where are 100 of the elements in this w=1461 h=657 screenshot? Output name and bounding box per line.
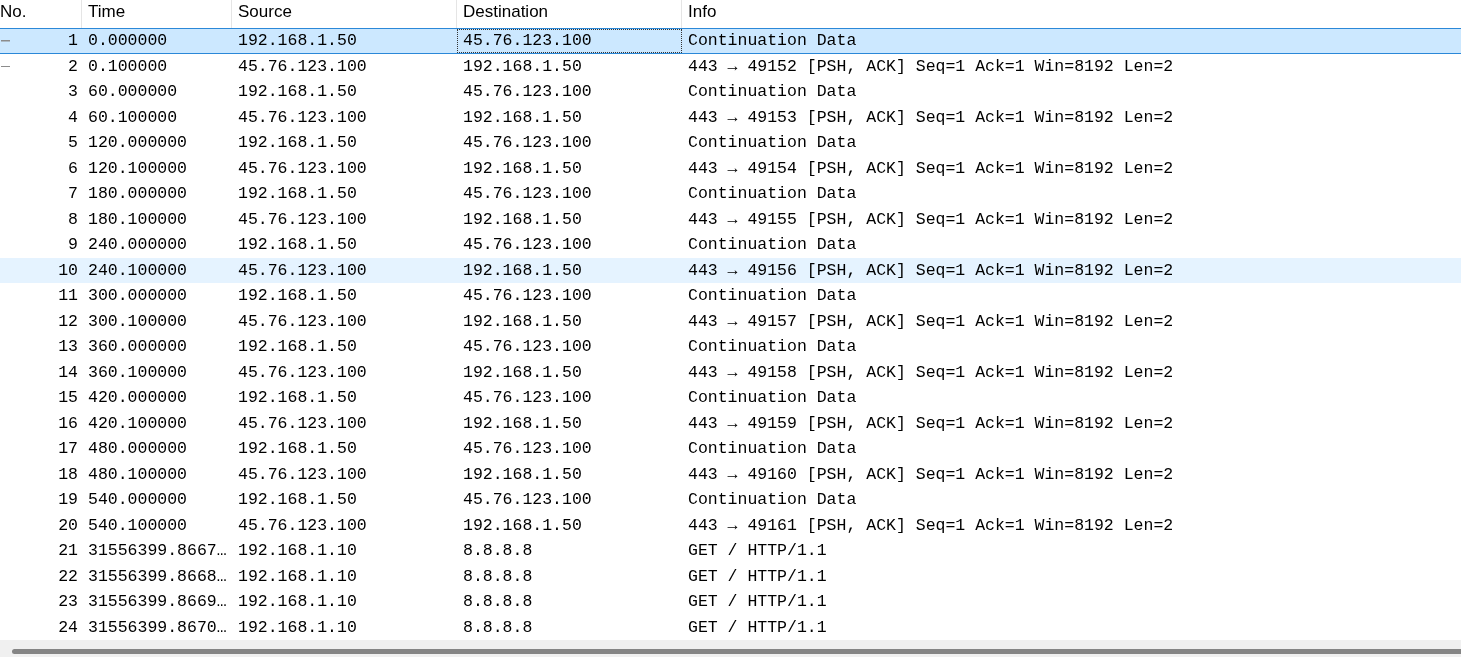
table-cell-text: 45.76.123.100 xyxy=(237,259,368,282)
table-cell-text: Continuation Data xyxy=(687,336,858,358)
table-cell-text: 45.76.123.100 xyxy=(237,208,368,231)
table-cell-text: 192.168.1.10 xyxy=(237,565,358,588)
packet-row[interactable]: 12 300.100000 45.76.123.100 192.168.1.50 443 → 49157 [PSH, ACK] Seq=1 Ack=1 Win=8192 Len=2 xyxy=(0,308,1461,334)
table-cell-text: 31556399.8670… xyxy=(87,616,228,639)
packet-number: 12 xyxy=(57,310,79,333)
scrollbar-thumb[interactable] xyxy=(12,649,1461,654)
table-cell-text: 31556399.8668… xyxy=(87,565,228,588)
packet-number: 21 xyxy=(57,540,79,563)
packet-row[interactable]: 4 60.100000 45.76.123.100 192.168.1.50 443 → 49153 [PSH, ACK] Seq=1 Ack=1 Win=8192 Len=2 xyxy=(0,104,1461,130)
table-cell-text: Continuation Data xyxy=(687,30,858,52)
table-cell-text: 360.100000 xyxy=(87,361,189,384)
table-cell-text: 192.168.1.50 xyxy=(237,183,358,205)
packet-row[interactable]: 7 180.000000 192.168.1.50 45.76.123.100 Continuation Data xyxy=(0,181,1461,207)
packet-row[interactable]: 1 0.000000 192.168.1.50 45.76.123.100 Continuation Data xyxy=(0,28,1461,54)
table-cell-text: 300.000000 xyxy=(87,285,189,307)
table-cell-text: 300.100000 xyxy=(87,310,189,333)
table-cell-text: 480.100000 xyxy=(87,463,189,486)
table-cell-text: Continuation Data xyxy=(687,132,858,154)
table-cell-text: 443 → 49154 [PSH, ACK] Seq=1 Ack=1 Win=8192 Len=2 xyxy=(687,157,1175,180)
table-cell-text: 60.100000 xyxy=(87,106,179,129)
table-cell-text: 0.000000 xyxy=(87,30,169,52)
packet-number: 13 xyxy=(57,336,79,359)
table-cell-text: 45.76.123.100 xyxy=(462,387,593,409)
packet-number: 18 xyxy=(57,463,79,486)
table-cell-text: 8.8.8.8 xyxy=(462,540,534,562)
table-cell-text: GET / HTTP/1.1 xyxy=(687,616,828,639)
packet-number: 20 xyxy=(57,514,79,537)
packet-number: 22 xyxy=(57,565,79,588)
table-cell-text: 360.000000 xyxy=(87,336,189,358)
packet-number: 11 xyxy=(57,285,79,308)
table-cell-text: 443 → 49155 [PSH, ACK] Seq=1 Ack=1 Win=8192 Len=2 xyxy=(687,208,1175,231)
table-cell-text: 31556399.8669… xyxy=(87,591,228,613)
table-cell-text: 443 → 49157 [PSH, ACK] Seq=1 Ack=1 Win=8192 Len=2 xyxy=(687,310,1175,333)
table-cell-text: 180.000000 xyxy=(87,183,189,205)
table-cell-text: 192.168.1.50 xyxy=(462,55,583,78)
table-cell-text: 45.76.123.100 xyxy=(462,132,593,154)
table-cell-text: 192.168.1.50 xyxy=(237,132,358,154)
table-cell-text: 192.168.1.50 xyxy=(462,208,583,231)
packet-row[interactable]: 19 540.000000 192.168.1.50 45.76.123.100 Continuation Data xyxy=(0,487,1461,513)
table-cell-text: 192.168.1.50 xyxy=(237,285,358,307)
horizontal-scrollbar[interactable] xyxy=(0,640,1461,657)
packet-number: 19 xyxy=(57,489,79,512)
table-cell-text: 240.000000 xyxy=(87,234,189,256)
table-cell-text: 192.168.1.50 xyxy=(462,106,583,129)
packet-row[interactable]: 23 31556399.8669… 192.168.1.10 8.8.8.8 GET / HTTP/1.1 xyxy=(0,589,1461,615)
packet-row[interactable]: 9 240.000000 192.168.1.50 45.76.123.100 Continuation Data xyxy=(0,232,1461,258)
packet-row[interactable]: 21 31556399.8667… 192.168.1.10 8.8.8.8 GET / HTTP/1.1 xyxy=(0,538,1461,564)
packet-number: 17 xyxy=(57,438,79,461)
table-cell-text: 8.8.8.8 xyxy=(462,565,534,588)
packet-row[interactable]: 18 480.100000 45.76.123.100 192.168.1.50 443 → 49160 [PSH, ACK] Seq=1 Ack=1 Win=8192 Len=2 xyxy=(0,461,1461,487)
table-cell-text: 45.76.123.100 xyxy=(462,438,593,460)
table-cell-text: 45.76.123.100 xyxy=(462,489,593,511)
packet-number: 3 xyxy=(67,81,79,104)
packet-row[interactable]: 15 420.000000 192.168.1.50 45.76.123.100 Continuation Data xyxy=(0,385,1461,411)
table-cell-text: 45.76.123.100 xyxy=(462,183,593,205)
table-cell-text: 192.168.1.50 xyxy=(237,438,358,460)
table-cell-text: 45.76.123.100 xyxy=(462,81,593,103)
packet-row[interactable]: 20 540.100000 45.76.123.100 192.168.1.50 443 → 49161 [PSH, ACK] Seq=1 Ack=1 Win=8192 Len=2 xyxy=(0,512,1461,538)
packet-row[interactable]: 5 120.000000 192.168.1.50 45.76.123.100 Continuation Data xyxy=(0,130,1461,156)
packet-number: 8 xyxy=(67,208,79,231)
packet-row[interactable]: 16 420.100000 45.76.123.100 192.168.1.50 443 → 49159 [PSH, ACK] Seq=1 Ack=1 Win=8192 Len=2 xyxy=(0,410,1461,436)
packet-row[interactable]: 22 31556399.8668… 192.168.1.10 8.8.8.8 GET / HTTP/1.1 xyxy=(0,563,1461,589)
table-cell-text: 443 → 49159 [PSH, ACK] Seq=1 Ack=1 Win=8192 Len=2 xyxy=(687,412,1175,435)
table-cell-text: 443 → 49153 [PSH, ACK] Seq=1 Ack=1 Win=8192 Len=2 xyxy=(687,106,1175,129)
packet-number: 14 xyxy=(57,361,79,384)
packet-row[interactable]: 14 360.100000 45.76.123.100 192.168.1.50 443 → 49158 [PSH, ACK] Seq=1 Ack=1 Win=8192 Len=2 xyxy=(0,359,1461,385)
table-cell-text: Continuation Data xyxy=(687,81,858,103)
packet-row[interactable]: 3 60.000000 192.168.1.50 45.76.123.100 Continuation Data xyxy=(0,79,1461,105)
packet-row[interactable]: 8 180.100000 45.76.123.100 192.168.1.50 443 → 49155 [PSH, ACK] Seq=1 Ack=1 Win=8192 Len=2 xyxy=(0,206,1461,232)
table-cell-text: GET / HTTP/1.1 xyxy=(687,540,828,562)
packet-row[interactable]: 10 240.100000 45.76.123.100 192.168.1.50 443 → 49156 [PSH, ACK] Seq=1 Ack=1 Win=8192 Len=2 xyxy=(0,257,1461,283)
table-cell-text: 120.100000 xyxy=(87,157,189,180)
table-cell-text: 192.168.1.50 xyxy=(237,489,358,511)
table-cell-text: 120.000000 xyxy=(87,132,189,154)
table-cell-text: 45.76.123.100 xyxy=(237,157,368,180)
packet-row[interactable]: 11 300.000000 192.168.1.50 45.76.123.100 Continuation Data xyxy=(0,283,1461,309)
packet-row[interactable]: 17 480.000000 192.168.1.50 45.76.123.100 Continuation Data xyxy=(0,436,1461,462)
table-cell-text: 443 → 49158 [PSH, ACK] Seq=1 Ack=1 Win=8192 Len=2 xyxy=(687,361,1175,384)
table-cell-text: 443 → 49156 [PSH, ACK] Seq=1 Ack=1 Win=8192 Len=2 xyxy=(687,259,1175,282)
packet-row[interactable]: 2 0.100000 45.76.123.100 192.168.1.50 443 → 49152 [PSH, ACK] Seq=1 Ack=1 Win=8192 Len=2 xyxy=(0,53,1461,79)
table-cell-text: 192.168.1.50 xyxy=(237,387,358,409)
table-cell-text: 8.8.8.8 xyxy=(462,591,534,613)
table-cell-text: Continuation Data xyxy=(687,234,858,256)
packet-row[interactable]: 6 120.100000 45.76.123.100 192.168.1.50 443 → 49154 [PSH, ACK] Seq=1 Ack=1 Win=8192 Len=2 xyxy=(0,155,1461,181)
table-cell-text: 192.168.1.10 xyxy=(237,616,358,639)
table-cell-text: Continuation Data xyxy=(687,285,858,307)
table-cell-text: 45.76.123.100 xyxy=(237,412,368,435)
packet-number: 4 xyxy=(67,106,79,129)
table-cell-text: 192.168.1.50 xyxy=(462,412,583,435)
table-cell-text: GET / HTTP/1.1 xyxy=(687,565,828,588)
packet-row[interactable]: 13 360.000000 192.168.1.50 45.76.123.100 Continuation Data xyxy=(0,334,1461,360)
column-header[interactable]: Info xyxy=(682,0,1461,28)
packet-number: 5 xyxy=(67,132,79,155)
packet-row[interactable]: 24 31556399.8670… 192.168.1.10 8.8.8.8 GET / HTTP/1.1 xyxy=(0,614,1461,640)
table-cell-text: 443 → 49152 [PSH, ACK] Seq=1 Ack=1 Win=8192 Len=2 xyxy=(687,55,1175,78)
table-cell-text: 420.000000 xyxy=(87,387,189,409)
table-cell-text: 192.168.1.50 xyxy=(237,234,358,256)
table-cell-text: 192.168.1.50 xyxy=(237,336,358,358)
